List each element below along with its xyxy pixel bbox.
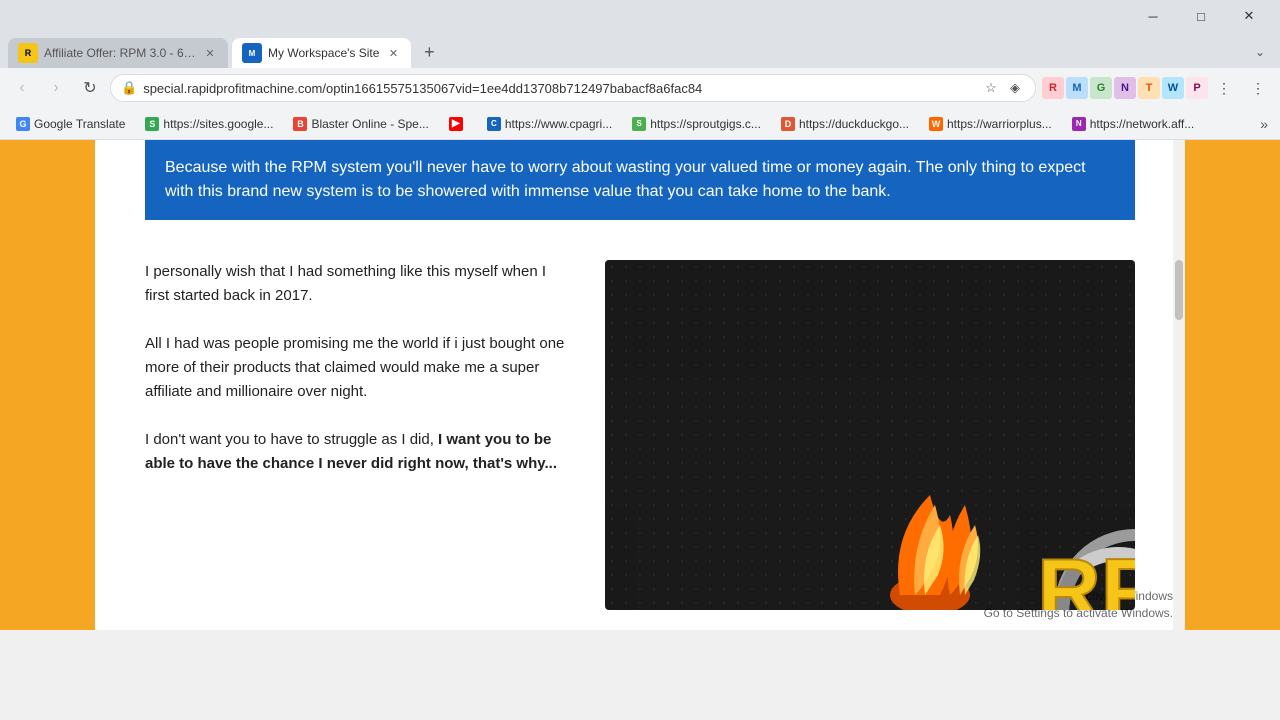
- chrome-menu-button[interactable]: ⋮: [1244, 74, 1272, 102]
- ext-icon-n[interactable]: N: [1114, 77, 1136, 99]
- paragraph-1: I personally wish that I had something l…: [145, 260, 565, 308]
- close-button[interactable]: ✕: [1226, 0, 1272, 32]
- tab-bar: R Affiliate Offer: RPM 3.0 - 60% CO... ✕…: [0, 32, 1280, 68]
- refresh-button[interactable]: ↻: [76, 74, 104, 102]
- bookmark-blaster[interactable]: B Blaster Online - Spe...: [285, 112, 436, 136]
- bookmarks-more-button[interactable]: »: [1256, 116, 1272, 132]
- extensions-button[interactable]: ⋮: [1210, 74, 1238, 102]
- bookmark-network[interactable]: N https://network.aff...: [1064, 112, 1203, 136]
- address-box[interactable]: 🔒 special.rapidprofitmachine.com/optin16…: [110, 74, 1036, 102]
- tab-search-button[interactable]: ⌄: [1248, 40, 1272, 64]
- page-content: Because with the RPM system you'll never…: [0, 140, 1280, 630]
- tab-close-1[interactable]: ✕: [202, 45, 218, 61]
- extension-buttons: R M G N T W P ⋮: [1042, 74, 1238, 102]
- scrollbar-thumb[interactable]: [1175, 260, 1183, 320]
- ext-icon-m[interactable]: M: [1066, 77, 1088, 99]
- bookmark-favicon-duck: D: [781, 117, 795, 131]
- bookmark-label-sprout: https://sproutgigs.c...: [650, 117, 761, 131]
- rpm-logo-text: RPM: [1037, 540, 1135, 610]
- ext-icon-r[interactable]: R: [1042, 77, 1064, 99]
- bookmark-warrior[interactable]: W https://warriorplus...: [921, 112, 1060, 136]
- text-column: I personally wish that I had something l…: [145, 260, 565, 610]
- highlighted-text-block: Because with the RPM system you'll never…: [145, 140, 1135, 220]
- bookmark-sites-google[interactable]: S https://sites.google...: [137, 112, 281, 136]
- window-controls: ─ □ ✕: [1130, 0, 1272, 32]
- bookmark-favicon-sprout: S: [632, 117, 646, 131]
- browser-frame: ─ □ ✕ R Affiliate Offer: RPM 3.0 - 60% C…: [0, 0, 1280, 630]
- highlighted-text: Because with the RPM system you'll never…: [165, 159, 1086, 200]
- bookmark-favicon-blaster: B: [293, 117, 307, 131]
- tab-title-1: Affiliate Offer: RPM 3.0 - 60% CO...: [44, 46, 196, 60]
- image-column: RPM Rapid Profit Machine: [605, 260, 1135, 610]
- bookmark-favicon-google: G: [16, 117, 30, 131]
- rpm-logo-container: RPM Rapid Profit Machine: [605, 260, 1135, 610]
- bookmark-label-cpa: https://www.cpagri...: [505, 117, 612, 131]
- minimize-button[interactable]: ─: [1130, 0, 1176, 32]
- bookmark-favicon-warrior: W: [929, 117, 943, 131]
- maximize-button[interactable]: □: [1178, 0, 1224, 32]
- new-tab-button[interactable]: +: [415, 38, 443, 66]
- bookmark-favicon-sites: S: [145, 117, 159, 131]
- tab-my-workspace[interactable]: M My Workspace's Site ✕: [232, 38, 411, 68]
- tab-bar-right: ⌄: [1248, 40, 1272, 68]
- bookmark-duckduckgo[interactable]: D https://duckduckgo...: [773, 112, 917, 136]
- bookmark-favicon-cpa: C: [487, 117, 501, 131]
- lock-icon: 🔒: [121, 80, 137, 96]
- tab-title-2: My Workspace's Site: [268, 46, 379, 60]
- bookmark-label-duck: https://duckduckgo...: [799, 117, 909, 131]
- bookmark-label-sites: https://sites.google...: [163, 117, 273, 131]
- address-bar-row: ‹ › ↻ 🔒 special.rapidprofitmachine.com/o…: [0, 68, 1280, 108]
- address-url: special.rapidprofitmachine.com/optin1661…: [143, 81, 975, 96]
- rpm-logo-svg: RPM Rapid Profit Machine: [870, 435, 1135, 610]
- address-icons: ☆ ◈: [981, 78, 1025, 98]
- tab-favicon-1: R: [18, 43, 38, 63]
- tab-affiliate-offer[interactable]: R Affiliate Offer: RPM 3.0 - 60% CO... ✕: [8, 38, 228, 68]
- extension-puzzle-icon[interactable]: ◈: [1005, 78, 1025, 98]
- paragraph-3: I don't want you to have to struggle as …: [145, 428, 565, 476]
- bookmark-cpa[interactable]: C https://www.cpagri...: [479, 112, 620, 136]
- title-bar: ─ □ ✕: [0, 0, 1280, 32]
- ext-icon-t[interactable]: T: [1138, 77, 1160, 99]
- bookmark-label-network: https://network.aff...: [1090, 117, 1195, 131]
- bookmark-label-warrior: https://warriorplus...: [947, 117, 1052, 131]
- bookmark-youtube[interactable]: ▶: [441, 112, 475, 136]
- page-inner: Because with the RPM system you'll never…: [0, 140, 1280, 630]
- tab-close-2[interactable]: ✕: [385, 45, 401, 61]
- bookmarks-bar: G Google Translate S https://sites.googl…: [0, 108, 1280, 140]
- bookmark-star-icon[interactable]: ☆: [981, 78, 1001, 98]
- bookmark-label-blaster: Blaster Online - Spe...: [311, 117, 428, 131]
- main-content: I personally wish that I had something l…: [95, 230, 1185, 630]
- ext-icon-w[interactable]: W: [1162, 77, 1184, 99]
- bookmark-sproutgigs[interactable]: S https://sproutgigs.c...: [624, 112, 769, 136]
- ext-icon-p[interactable]: P: [1186, 77, 1208, 99]
- back-button[interactable]: ‹: [8, 74, 36, 102]
- content-area: Because with the RPM system you'll never…: [95, 140, 1185, 630]
- paragraph-2: All I had was people promising me the wo…: [145, 332, 565, 404]
- tab-favicon-2: M: [242, 43, 262, 63]
- bookmark-favicon-network: N: [1072, 117, 1086, 131]
- scrollbar[interactable]: [1173, 140, 1185, 630]
- forward-button[interactable]: ›: [42, 74, 70, 102]
- bookmark-label-google-translate: Google Translate: [34, 117, 125, 131]
- ext-icon-g[interactable]: G: [1090, 77, 1112, 99]
- bookmark-google-translate[interactable]: G Google Translate: [8, 112, 133, 136]
- bookmark-favicon-youtube: ▶: [449, 117, 463, 131]
